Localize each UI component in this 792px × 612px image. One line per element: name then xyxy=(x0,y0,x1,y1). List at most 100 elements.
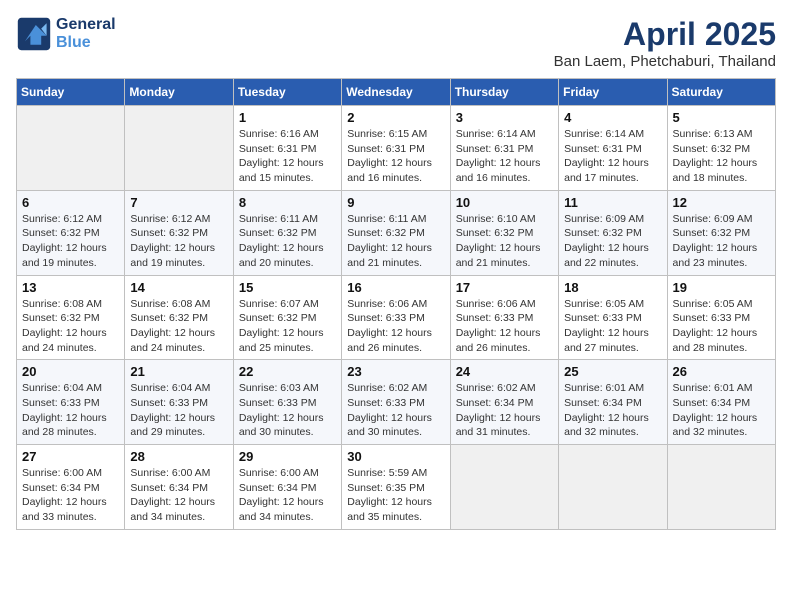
day-info: Sunrise: 5:59 AM Sunset: 6:35 PM Dayligh… xyxy=(347,466,444,525)
calendar-cell: 13Sunrise: 6:08 AM Sunset: 6:32 PM Dayli… xyxy=(17,275,125,360)
calendar-week-row: 13Sunrise: 6:08 AM Sunset: 6:32 PM Dayli… xyxy=(17,275,776,360)
day-number: 11 xyxy=(564,195,661,210)
day-info: Sunrise: 6:10 AM Sunset: 6:32 PM Dayligh… xyxy=(456,212,553,271)
day-number: 20 xyxy=(22,364,119,379)
calendar-cell: 3Sunrise: 6:14 AM Sunset: 6:31 PM Daylig… xyxy=(450,106,558,191)
calendar-cell: 16 Sunrise: 6:06 AM Sunset: 6:33 PM Dayli… xyxy=(342,275,450,360)
day-info: Sunrise: 6:09 AM Sunset: 6:32 PM Dayligh… xyxy=(673,212,770,271)
day-info: Sunrise: 6:02 AM Sunset: 6:33 PM Dayligh… xyxy=(347,381,444,440)
day-number: 27 xyxy=(22,449,119,464)
day-number: 21 xyxy=(130,364,227,379)
day-info: Sunrise: 6:12 AM Sunset: 6:32 PM Dayligh… xyxy=(130,212,227,271)
page-header: General Blue April 2025 Ban Laem, Phetch… xyxy=(16,16,776,70)
weekday-header-tuesday: Tuesday xyxy=(233,79,341,106)
day-info: Sunrise: 6:05 AM Sunset: 6:33 PM Dayligh… xyxy=(564,297,661,356)
day-info: Sunrise: 6:15 AM Sunset: 6:31 PM Dayligh… xyxy=(347,127,444,186)
calendar-week-row: 6 Sunrise: 6:12 AM Sunset: 6:32 PM Daylig… xyxy=(17,190,776,275)
calendar-cell: 6 Sunrise: 6:12 AM Sunset: 6:32 PM Daylig… xyxy=(17,190,125,275)
day-info: Sunrise: 6:00 AM Sunset: 6:34 PM Dayligh… xyxy=(22,466,119,525)
day-info: Sunrise: 6:16 AM Sunset: 6:31 PM Dayligh… xyxy=(239,127,336,186)
day-info: Sunrise: 6:13 AM Sunset: 6:32 PM Dayligh… xyxy=(673,127,770,186)
calendar-cell xyxy=(450,445,558,530)
calendar-cell: 15 Sunrise: 6:07 AM Sunset: 6:32 PM Dayli… xyxy=(233,275,341,360)
day-number: 12 xyxy=(673,195,770,210)
day-number: 1 xyxy=(239,110,336,125)
calendar-cell: 21 Sunrise: 6:04 AM Sunset: 6:33 PM Dayli… xyxy=(125,360,233,445)
weekday-header-sunday: Sunday xyxy=(17,79,125,106)
calendar-cell: 17 Sunrise: 6:06 AM Sunset: 6:33 PM Dayli… xyxy=(450,275,558,360)
day-number: 26 xyxy=(673,364,770,379)
day-number: 18 xyxy=(564,280,661,295)
month-title: April 2025 xyxy=(554,16,776,53)
day-info: Sunrise: 6:04 AM Sunset: 6:33 PM Dayligh… xyxy=(22,381,119,440)
calendar-cell xyxy=(559,445,667,530)
calendar-cell: 11 Sunrise: 6:09 AM Sunset: 6:32 PM Dayli… xyxy=(559,190,667,275)
calendar-cell: 28Sunrise: 6:00 AM Sunset: 6:34 PM Dayli… xyxy=(125,445,233,530)
day-number: 17 xyxy=(456,280,553,295)
calendar-cell: 8 Sunrise: 6:11 AM Sunset: 6:32 PM Daylig… xyxy=(233,190,341,275)
calendar-week-row: 1 Sunrise: 6:16 AM Sunset: 6:31 PM Daylig… xyxy=(17,106,776,191)
calendar-cell: 10Sunrise: 6:10 AM Sunset: 6:32 PM Dayli… xyxy=(450,190,558,275)
calendar-cell xyxy=(667,445,775,530)
calendar-cell: 23Sunrise: 6:02 AM Sunset: 6:33 PM Dayli… xyxy=(342,360,450,445)
day-number: 15 xyxy=(239,280,336,295)
logo-text: General Blue xyxy=(56,16,116,52)
calendar-cell: 7 Sunrise: 6:12 AM Sunset: 6:32 PM Daylig… xyxy=(125,190,233,275)
calendar-cell: 26 Sunrise: 6:01 AM Sunset: 6:34 PM Dayli… xyxy=(667,360,775,445)
calendar-cell: 4Sunrise: 6:14 AM Sunset: 6:31 PM Daylig… xyxy=(559,106,667,191)
day-info: Sunrise: 6:14 AM Sunset: 6:31 PM Dayligh… xyxy=(564,127,661,186)
day-info: Sunrise: 6:02 AM Sunset: 6:34 PM Dayligh… xyxy=(456,381,553,440)
day-info: Sunrise: 6:06 AM Sunset: 6:33 PM Dayligh… xyxy=(456,297,553,356)
calendar: SundayMondayTuesdayWednesdayThursdayFrid… xyxy=(16,78,776,530)
weekday-header-monday: Monday xyxy=(125,79,233,106)
day-number: 2 xyxy=(347,110,444,125)
calendar-cell xyxy=(125,106,233,191)
calendar-cell: 20 Sunrise: 6:04 AM Sunset: 6:33 PM Dayli… xyxy=(17,360,125,445)
calendar-cell: 5Sunrise: 6:13 AM Sunset: 6:32 PM Daylig… xyxy=(667,106,775,191)
day-number: 8 xyxy=(239,195,336,210)
day-info: Sunrise: 6:11 AM Sunset: 6:32 PM Dayligh… xyxy=(239,212,336,271)
calendar-cell: 1 Sunrise: 6:16 AM Sunset: 6:31 PM Daylig… xyxy=(233,106,341,191)
calendar-cell: 30 Sunrise: 5:59 AM Sunset: 6:35 PM Dayli… xyxy=(342,445,450,530)
day-number: 30 xyxy=(347,449,444,464)
day-number: 29 xyxy=(239,449,336,464)
calendar-cell: 18 Sunrise: 6:05 AM Sunset: 6:33 PM Dayli… xyxy=(559,275,667,360)
day-info: Sunrise: 6:01 AM Sunset: 6:34 PM Dayligh… xyxy=(564,381,661,440)
day-info: Sunrise: 6:05 AM Sunset: 6:33 PM Dayligh… xyxy=(673,297,770,356)
day-number: 3 xyxy=(456,110,553,125)
day-info: Sunrise: 6:08 AM Sunset: 6:32 PM Dayligh… xyxy=(22,297,119,356)
day-info: Sunrise: 6:12 AM Sunset: 6:32 PM Dayligh… xyxy=(22,212,119,271)
calendar-cell xyxy=(17,106,125,191)
day-number: 24 xyxy=(456,364,553,379)
day-info: Sunrise: 6:04 AM Sunset: 6:33 PM Dayligh… xyxy=(130,381,227,440)
day-info: Sunrise: 6:07 AM Sunset: 6:32 PM Dayligh… xyxy=(239,297,336,356)
day-info: Sunrise: 6:06 AM Sunset: 6:33 PM Dayligh… xyxy=(347,297,444,356)
day-number: 25 xyxy=(564,364,661,379)
day-number: 22 xyxy=(239,364,336,379)
logo: General Blue xyxy=(16,16,116,52)
calendar-cell: 9 Sunrise: 6:11 AM Sunset: 6:32 PM Daylig… xyxy=(342,190,450,275)
day-number: 16 xyxy=(347,280,444,295)
calendar-cell: 19 Sunrise: 6:05 AM Sunset: 6:33 PM Dayli… xyxy=(667,275,775,360)
calendar-cell: 22Sunrise: 6:03 AM Sunset: 6:33 PM Dayli… xyxy=(233,360,341,445)
day-number: 9 xyxy=(347,195,444,210)
calendar-cell: 29Sunrise: 6:00 AM Sunset: 6:34 PM Dayli… xyxy=(233,445,341,530)
day-info: Sunrise: 6:01 AM Sunset: 6:34 PM Dayligh… xyxy=(673,381,770,440)
day-info: Sunrise: 6:00 AM Sunset: 6:34 PM Dayligh… xyxy=(130,466,227,525)
logo-icon xyxy=(16,16,52,52)
day-info: Sunrise: 6:11 AM Sunset: 6:32 PM Dayligh… xyxy=(347,212,444,271)
day-number: 14 xyxy=(130,280,227,295)
day-info: Sunrise: 6:08 AM Sunset: 6:32 PM Dayligh… xyxy=(130,297,227,356)
calendar-week-row: 27 Sunrise: 6:00 AM Sunset: 6:34 PM Dayli… xyxy=(17,445,776,530)
day-number: 19 xyxy=(673,280,770,295)
day-number: 6 xyxy=(22,195,119,210)
weekday-header-saturday: Saturday xyxy=(667,79,775,106)
calendar-cell: 27 Sunrise: 6:00 AM Sunset: 6:34 PM Dayli… xyxy=(17,445,125,530)
calendar-cell: 14 Sunrise: 6:08 AM Sunset: 6:32 PM Dayli… xyxy=(125,275,233,360)
day-info: Sunrise: 6:09 AM Sunset: 6:32 PM Dayligh… xyxy=(564,212,661,271)
day-number: 7 xyxy=(130,195,227,210)
weekday-header-wednesday: Wednesday xyxy=(342,79,450,106)
calendar-header-row: SundayMondayTuesdayWednesdayThursdayFrid… xyxy=(17,79,776,106)
calendar-cell: 2 Sunrise: 6:15 AM Sunset: 6:31 PM Daylig… xyxy=(342,106,450,191)
calendar-cell: 12 Sunrise: 6:09 AM Sunset: 6:32 PM Dayli… xyxy=(667,190,775,275)
